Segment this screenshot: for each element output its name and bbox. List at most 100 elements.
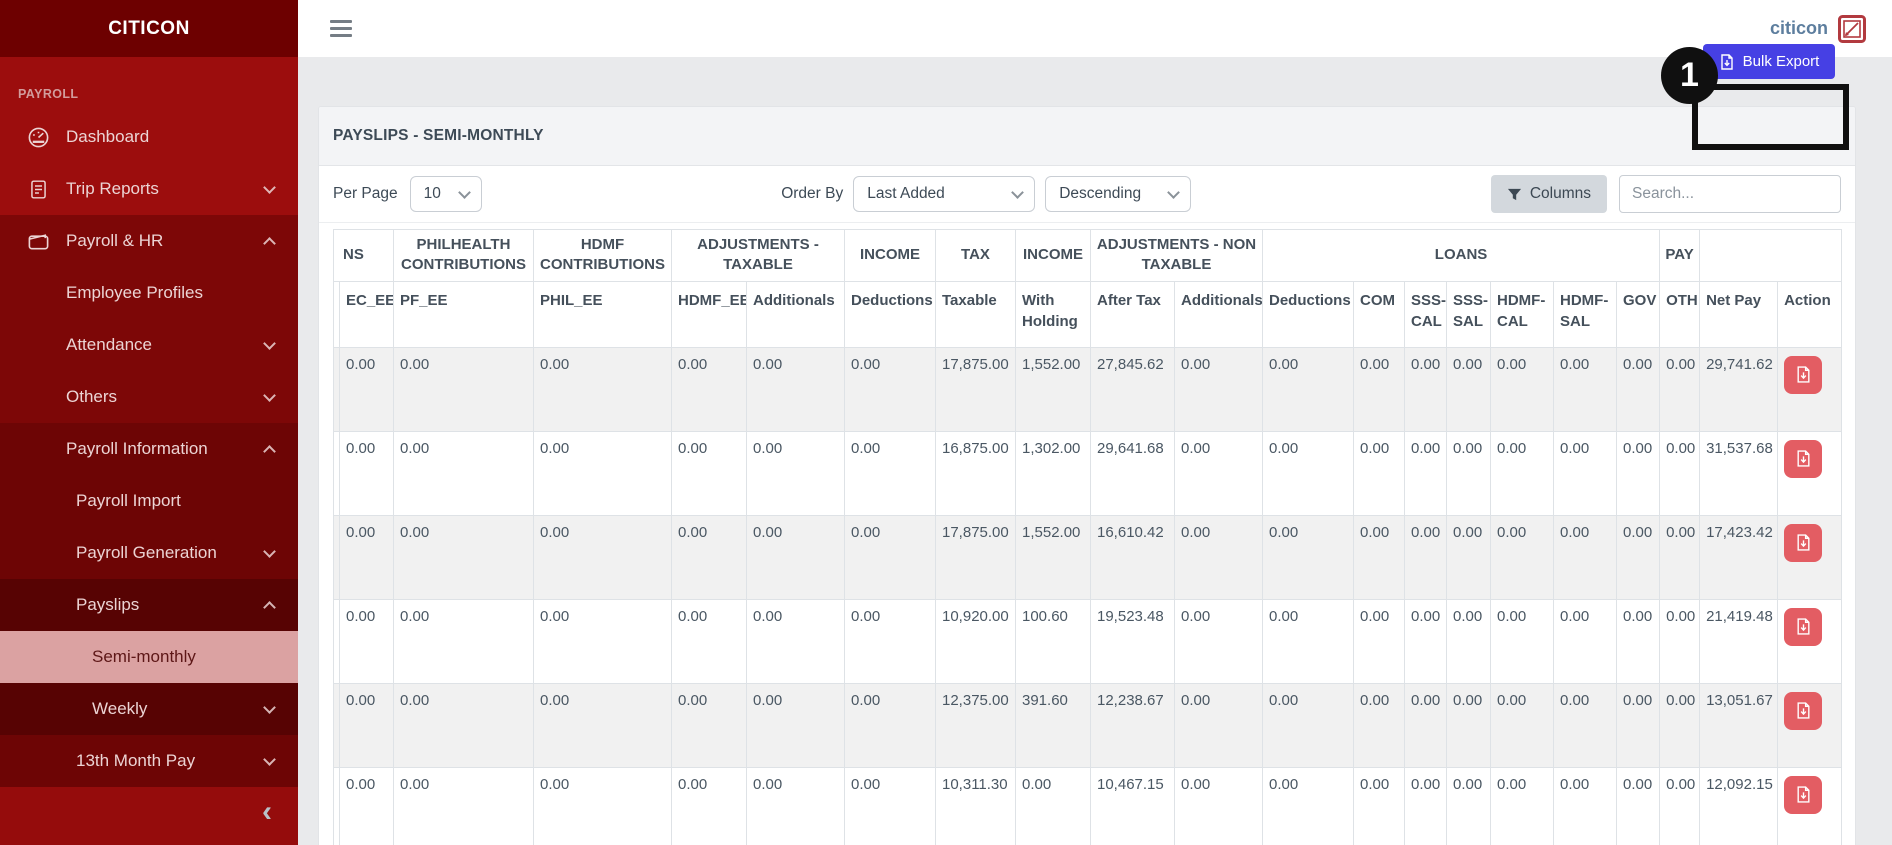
column-group-header: NS [333, 229, 394, 282]
table-row: 0.00 0.00 0.00 0.00 0.00 0.00 12,375.00 391.60 1… [333, 682, 1843, 768]
chevron-down-icon [263, 336, 276, 350]
column-header: SSS-CAL [1404, 280, 1447, 348]
table-row: 0.00 0.00 0.00 0.00 0.00 0.00 10,311.30 0.00 10,… [333, 766, 1843, 845]
row-download-button[interactable] [1784, 607, 1823, 646]
sidebar-item-payroll-information[interactable]: Payroll Information [0, 423, 298, 475]
file-download-icon [1795, 618, 1812, 635]
cell: 1,552.00 [1015, 514, 1091, 600]
action-cell [1777, 430, 1843, 516]
cell: 0.00 [1262, 766, 1354, 845]
cell: 0.00 [844, 346, 936, 432]
top-navbar: citicon [298, 0, 1892, 57]
cell: 0.00 [393, 766, 534, 845]
cell: 0.00 [393, 682, 534, 768]
cell: 0.00 [1262, 514, 1354, 600]
cell: 0.00 [1404, 430, 1447, 516]
cell: 0.00 [1490, 430, 1554, 516]
column-header: Deductions [844, 280, 936, 348]
column-header: Deductions [1262, 280, 1354, 348]
funnel-icon [1507, 187, 1522, 202]
column-header: PF_EE [393, 280, 534, 348]
sidebar-item-others[interactable]: Others [0, 371, 298, 423]
file-download-icon [1795, 786, 1812, 803]
column-header: OTH [1659, 280, 1701, 348]
chevron-up-icon [263, 444, 276, 458]
sidebar-item-attendance[interactable]: Attendance [0, 319, 298, 371]
column-header: EC_EE [339, 280, 394, 348]
table-group-header-row: NS PHILHEALTH CONTRIBUTIONS HDMF CONTRIBUT… [333, 229, 1843, 282]
per-page-select[interactable]: 10 [409, 176, 482, 212]
row-download-button[interactable] [1784, 691, 1823, 730]
sidebar-item-payroll-generation[interactable]: Payroll Generation [0, 527, 298, 579]
cell: 10,920.00 [935, 598, 1016, 684]
brand-text: citicon [1769, 18, 1828, 38]
row-download-button[interactable] [1784, 775, 1823, 814]
bulk-export-button[interactable]: Bulk Export [1703, 44, 1835, 79]
row-download-button[interactable] [1784, 355, 1823, 394]
sidebar-item-label: Payslips [76, 595, 140, 614]
sidebar-item-employee-profiles[interactable]: Employee Profiles [0, 267, 298, 319]
sidebar-item-13th-month-pay[interactable]: 13th Month Pay [0, 735, 298, 787]
column-header: Action [1777, 280, 1843, 348]
cell: 0.00 [1353, 514, 1405, 600]
cell: 0.00 [746, 346, 845, 432]
cell: 17,875.00 [935, 514, 1016, 600]
cell: 0.00 [1404, 514, 1447, 600]
cell: 0.00 [746, 682, 845, 768]
sidebar-item-semi-monthly[interactable]: Semi-monthly [0, 631, 298, 683]
sidebar-item-dashboard[interactable]: Dashboard [0, 111, 298, 163]
cell: 27,845.62 [1090, 346, 1175, 432]
column-header: GOV [1615, 280, 1661, 348]
cell: 0.00 [1262, 430, 1354, 516]
order-direction-select[interactable]: Descending [1045, 176, 1192, 212]
row-download-button[interactable] [1784, 439, 1823, 478]
hamburger-icon[interactable] [330, 20, 352, 37]
cell: 0.00 [671, 514, 747, 600]
sidebar-item-label: Payroll Information [66, 439, 208, 458]
cell: 17,875.00 [935, 346, 1016, 432]
search-input[interactable] [1618, 175, 1841, 213]
sidebar-item-weekly[interactable]: Weekly [0, 683, 298, 735]
sidebar-item-label: Payroll Import [76, 491, 181, 510]
cell: 0.00 [844, 766, 936, 845]
payslips-table-wrap: NS PHILHEALTH CONTRIBUTIONS HDMF CONTRIBUT… [319, 223, 1855, 845]
cell: 0.00 [671, 430, 747, 516]
sidebar-item-label: Semi-monthly [92, 647, 196, 666]
cell: 0.00 [1615, 346, 1661, 432]
cell: 0.00 [1490, 514, 1554, 600]
cell: 0.00 [1659, 766, 1701, 845]
column-header: Taxable [935, 280, 1016, 348]
order-by-select[interactable]: Last Added [853, 176, 1036, 212]
cell: 391.60 [1015, 682, 1091, 768]
per-page-label: Per Page [333, 185, 398, 202]
cell: 0.00 [533, 514, 672, 600]
chevron-down-icon [263, 388, 276, 402]
table-row: 0.00 0.00 0.00 0.00 0.00 0.00 17,875.00 1,552.0… [333, 346, 1843, 432]
sidebar-item-payslips[interactable]: Payslips [0, 579, 298, 631]
action-cell [1777, 598, 1843, 684]
report-icon [26, 177, 50, 201]
cell: 0.00 [1174, 346, 1263, 432]
sidebar-item-payroll-import[interactable]: Payroll Import [0, 475, 298, 527]
sidebar-collapse-icon[interactable]: ‹ [262, 797, 272, 827]
column-header: HDMF_EE [671, 280, 747, 348]
cell: 12,375.00 [935, 682, 1016, 768]
cell: 0.00 [339, 346, 394, 432]
chevron-down-icon [263, 752, 276, 766]
cell: 0.00 [1446, 346, 1491, 432]
cell: 21,419.48 [1699, 598, 1779, 684]
cell: 0.00 [671, 682, 747, 768]
sidebar-item-label: Payroll Generation [76, 543, 217, 562]
sidebar-item-label: Employee Profiles [66, 283, 204, 302]
columns-button[interactable]: Columns [1490, 175, 1607, 213]
main-area: citicon PAYSLIPS - SEMI-MONTHLY Per Page… [298, 0, 1892, 845]
cell: 0.00 [1553, 598, 1617, 684]
sidebar-item-trip-reports[interactable]: Trip Reports [0, 163, 298, 215]
cell: 0.00 [1615, 430, 1661, 516]
cell: 0.00 [1615, 766, 1661, 845]
row-download-button[interactable] [1784, 523, 1823, 562]
sidebar-item-payroll-hr[interactable]: Payroll & HR [0, 215, 298, 267]
cell: 0.00 [339, 682, 394, 768]
cell: 0.00 [671, 598, 747, 684]
wallet-icon [26, 229, 50, 253]
